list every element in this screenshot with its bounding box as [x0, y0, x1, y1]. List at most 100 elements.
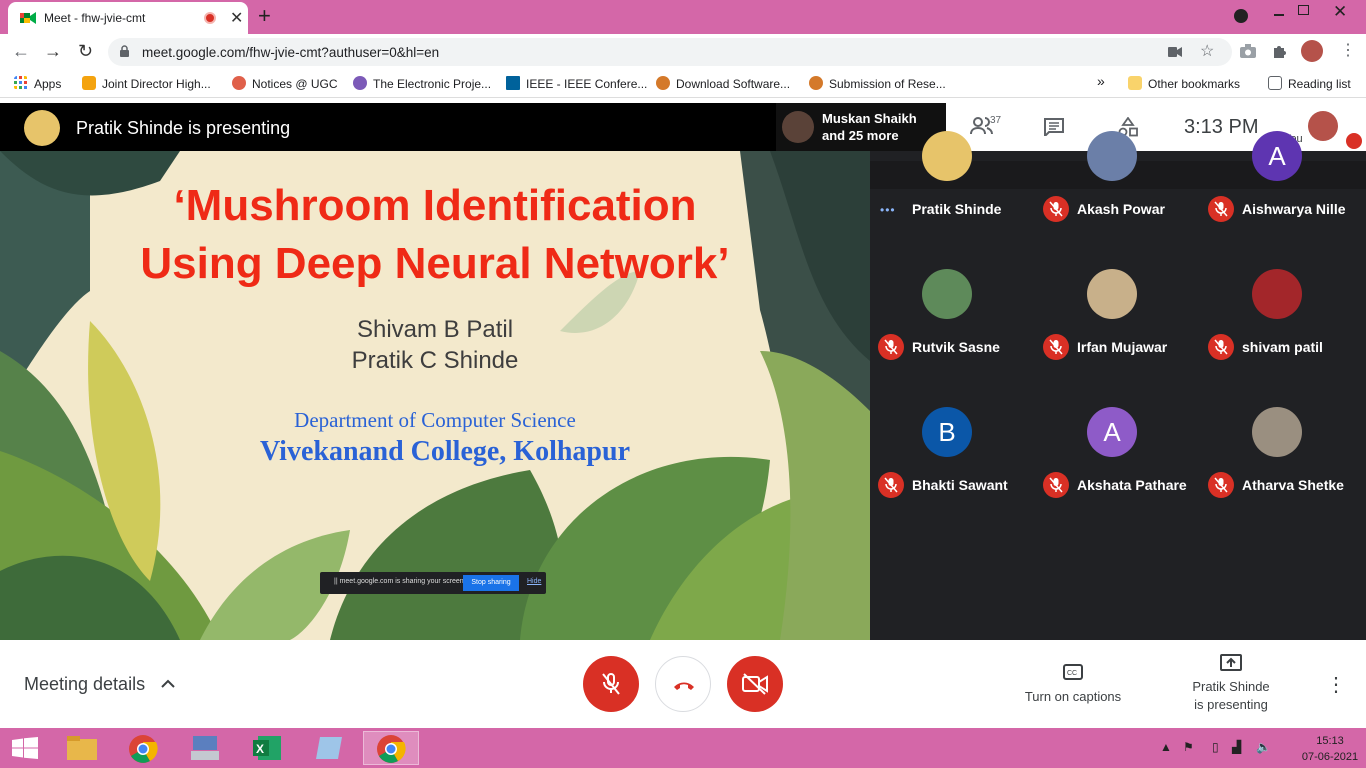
lock-icon	[120, 45, 129, 57]
speaking-indicator-icon: •••	[880, 203, 896, 217]
app-taskbar-button[interactable]	[302, 731, 358, 765]
tab-search-icon[interactable]	[1234, 9, 1248, 23]
presenting-banner: Pratik Shinde is presenting	[0, 103, 870, 151]
windows-start-icon[interactable]	[12, 737, 38, 759]
avatar	[922, 131, 972, 181]
bookmark-ugc[interactable]: Notices @ UGC	[232, 76, 338, 91]
bookmark-label: IEEE - IEEE Confere...	[526, 77, 648, 91]
signal-icon[interactable]: ▟	[1232, 740, 1241, 754]
browser-menu-icon[interactable]: ⋮	[1340, 40, 1356, 60]
folder-icon	[1128, 76, 1142, 90]
apps-grid-icon	[14, 76, 27, 89]
bookmark-apps[interactable]: Apps	[14, 76, 61, 91]
slide-author2: Pratik C Shinde	[351, 347, 519, 374]
keyboard-icon	[191, 736, 219, 760]
more-bookmarks-icon[interactable]: »	[1097, 73, 1105, 89]
flag-icon[interactable]: ⚑	[1183, 740, 1194, 754]
participant-tile[interactable]: A Akshata Pathare	[1035, 401, 1187, 521]
profile-avatar[interactable]	[1301, 40, 1323, 62]
bookmark-label: Joint Director High...	[102, 77, 211, 91]
onscreen-keyboard-taskbar-button[interactable]	[178, 731, 234, 765]
reload-icon[interactable]: ↻	[78, 41, 93, 62]
browser-tab[interactable]: Meet - fhw-jvie-cmt ✕	[8, 2, 248, 34]
bookmark-label: Download Software...	[676, 77, 791, 91]
participant-name: Atharva Shetke	[1242, 477, 1344, 493]
participant-name: Rutvik Sasne	[912, 339, 1000, 355]
avatar: A	[1252, 131, 1302, 181]
forward-icon[interactable]: →	[44, 41, 62, 62]
present-screen-icon[interactable]	[1220, 654, 1242, 672]
extensions-icon[interactable]	[1272, 44, 1287, 59]
captions-icon[interactable]: CC	[1063, 664, 1083, 680]
minimize-icon[interactable]	[1274, 14, 1284, 16]
chrome-icon	[377, 735, 406, 763]
excel-taskbar-button[interactable]: X	[240, 731, 296, 765]
slide-title-line2: Using Deep Neural Network’	[140, 239, 730, 288]
chrome-active-taskbar-button[interactable]	[363, 731, 419, 765]
chevron-up-icon[interactable]	[160, 678, 176, 688]
bookmark-label: Reading list	[1288, 77, 1351, 91]
battery-icon[interactable]: ▯	[1212, 740, 1219, 754]
more-options-icon[interactable]: ⋮	[1326, 672, 1346, 697]
participant-tile[interactable]: Atharva Shetke	[1200, 401, 1350, 521]
address-bar[interactable]: meet.google.com/fhw-jvie-cmt?authuser=0&…	[108, 38, 1232, 66]
presenter-avatar	[24, 110, 60, 146]
avatar	[1087, 131, 1137, 181]
tab-close-icon[interactable]: ✕	[230, 8, 243, 28]
bookmark-electronic-projects[interactable]: The Electronic Proje...	[353, 76, 491, 91]
meeting-details-button[interactable]: Meeting details	[24, 674, 145, 695]
microphone-toggle-button[interactable]	[583, 656, 639, 712]
participant-tile[interactable]: A Aishwarya Nille	[1200, 125, 1350, 245]
participant-tile[interactable]: ••• Pratik Shinde	[870, 125, 1020, 245]
other-bookmarks-folder[interactable]: Other bookmarks	[1128, 76, 1240, 91]
file-explorer-taskbar-button[interactable]	[54, 731, 110, 765]
notes-icon	[316, 737, 342, 759]
participant-tile[interactable]: shivam patil	[1200, 263, 1350, 383]
clock-date: 07-06-2021	[1301, 751, 1359, 763]
camera-toggle-button[interactable]	[727, 656, 783, 712]
restore-icon[interactable]	[1298, 5, 1309, 15]
participant-tile[interactable]: Rutvik Sasne	[870, 263, 1020, 383]
participant-tile[interactable]: Akash Powar	[1035, 125, 1185, 245]
participant-tile[interactable]: B Bhakti Sawant	[870, 401, 1020, 521]
back-icon[interactable]: ←	[12, 41, 30, 62]
reading-list[interactable]: Reading list	[1268, 76, 1351, 91]
avatar	[1252, 269, 1302, 319]
participant-name: Akshata Pathare	[1077, 477, 1187, 493]
meet-favicon-icon	[20, 12, 36, 24]
presenting-line1: Pratik Shinde	[1192, 679, 1270, 694]
bookmark-ieee[interactable]: IEEE - IEEE Confere...	[506, 76, 647, 91]
window-close-icon[interactable]: ✕	[1333, 2, 1347, 22]
bookmark-label: Apps	[34, 77, 62, 91]
volume-icon[interactable]: 🔈	[1256, 740, 1271, 754]
new-tab-button[interactable]: +	[258, 3, 271, 29]
meet-stage: Pratik Shinde is presenting Muskan Shaik…	[0, 103, 1366, 640]
bookmark-joint-director[interactable]: Joint Director High...	[82, 76, 211, 91]
tray-overflow-icon[interactable]: ▲	[1160, 740, 1172, 754]
hide-link[interactable]: Hide	[527, 578, 541, 585]
presenting-status[interactable]: Pratik Shinde is presenting	[1170, 678, 1292, 714]
windows-taskbar: X ▲ ⚑ ▯ ▟ 🔈 15:13 07-06-2021	[0, 728, 1366, 768]
stop-sharing-button[interactable]: Stop sharing	[463, 575, 519, 591]
hang-up-icon	[674, 682, 694, 690]
muted-mic-icon	[1208, 334, 1234, 360]
participant-name: Bhakti Sawant	[912, 477, 1008, 493]
shared-screen-slide: ‘Mushroom Identification Using Deep Neur…	[0, 151, 870, 640]
file-explorer-icon	[67, 736, 97, 760]
bookmark-download-software[interactable]: Download Software...	[656, 76, 790, 91]
turn-on-captions-label[interactable]: Turn on captions	[1010, 688, 1136, 706]
camera-in-use-icon[interactable]	[1168, 47, 1182, 57]
leave-call-button[interactable]	[655, 656, 711, 712]
muted-mic-icon	[878, 472, 904, 498]
bookmark-submission[interactable]: Submission of Rese...	[809, 76, 946, 91]
system-clock[interactable]: 15:13 07-06-2021	[1300, 733, 1360, 765]
slide-college: Vivekanand College, Kolhapur	[259, 436, 630, 467]
chrome-taskbar-button[interactable]	[116, 731, 172, 765]
screenshot-icon[interactable]	[1240, 44, 1256, 58]
muted-mic-icon	[1043, 196, 1069, 222]
slide-title-line1: ‘Mushroom Identification	[173, 181, 697, 230]
participant-name: Pratik Shinde	[912, 201, 1002, 217]
bookmarks-bar: Apps Joint Director High... Notices @ UG…	[0, 70, 1366, 98]
participant-tile[interactable]: Irfan Mujawar	[1035, 263, 1185, 383]
bookmark-star-icon[interactable]: ☆	[1200, 41, 1214, 61]
